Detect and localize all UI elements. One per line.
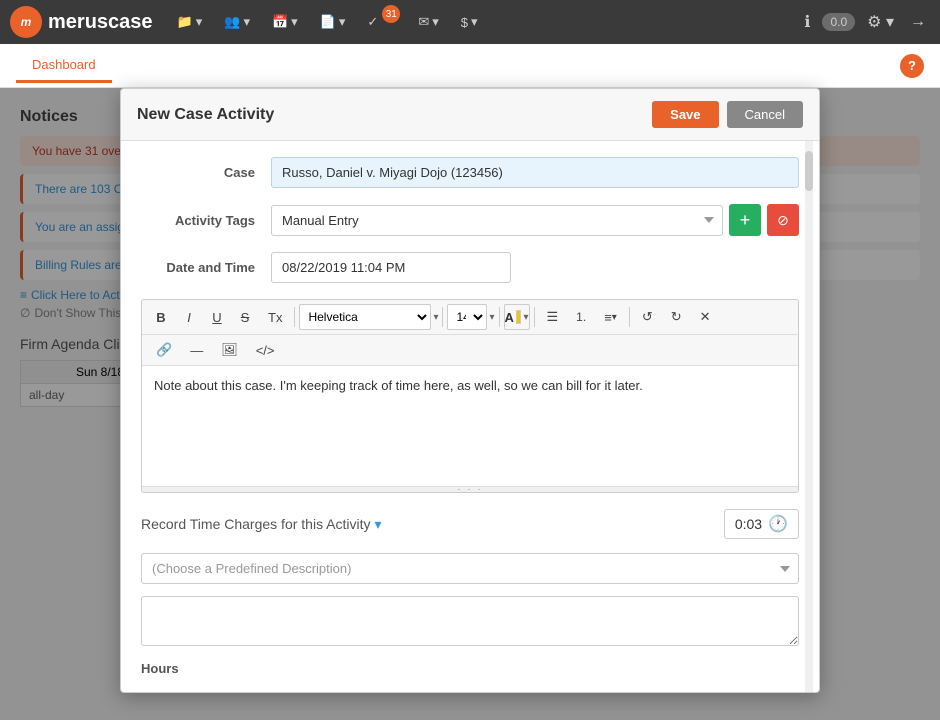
font-dropdown-icon: ▾ xyxy=(433,312,438,323)
settings-button[interactable]: ⚙ ▾ xyxy=(863,8,898,36)
time-value: 0:03 xyxy=(735,516,762,532)
logo-text: meruscase xyxy=(48,11,153,34)
topbar: m meruscase 📁 ▾ 👥 ▾ 📅 ▾ 📄 ▾ ✓ 31 ✉ ▾ $ ▾… xyxy=(0,0,940,44)
billing-nav[interactable]: $ ▾ xyxy=(453,10,486,34)
record-time-label: Record Time Charges for this Activity ▾ xyxy=(141,516,724,533)
datetime-field xyxy=(271,252,799,283)
activity-tags-field: Manual Entry Phone Call Email Meeting Re… xyxy=(271,204,799,236)
files-nav[interactable]: 📁 ▾ xyxy=(169,10,211,34)
insert-image-button[interactable]: 🖼 xyxy=(213,337,246,363)
ol-icon: 1. xyxy=(576,310,586,324)
insert-link-button[interactable]: 🔗 xyxy=(148,337,180,363)
insert-code-button[interactable]: </> xyxy=(248,337,283,363)
editor-content-area[interactable]: Note about this case. I'm keeping track … xyxy=(142,366,798,486)
logo-area: m meruscase xyxy=(10,6,153,38)
time-display: 0:03 🕐 xyxy=(724,509,799,539)
help-button[interactable]: ? xyxy=(900,54,924,78)
secondbar: Dashboard ? xyxy=(0,44,940,88)
case-field-row: Case xyxy=(141,157,799,188)
toolbar-separator-5 xyxy=(629,307,630,327)
clear-format-button[interactable]: Tx xyxy=(260,304,290,330)
highlight-icon: A xyxy=(505,310,514,325)
logo-icon: m xyxy=(10,6,42,38)
predefined-description-select[interactable]: (Choose a Predefined Description) xyxy=(141,553,799,584)
folder-icon: 📁 xyxy=(177,14,193,30)
tasks-badge: 31 xyxy=(382,5,400,23)
rich-text-editor: B I U S Tx Helvetica Arial Times New Rom… xyxy=(141,299,799,493)
remove-activity-tag-button[interactable]: ⊘ xyxy=(767,204,799,236)
mail-icon: ✉ xyxy=(418,14,429,30)
documents-nav[interactable]: 📄 ▾ xyxy=(312,10,354,34)
tasks-icon: ✓ xyxy=(367,14,378,30)
document-icon: 📄 xyxy=(320,14,336,30)
tab-dashboard[interactable]: Dashboard xyxy=(16,49,112,83)
resize-indicator: · · · xyxy=(457,484,483,493)
editor-toolbar-row2: 🔗 — 🖼 </> xyxy=(142,335,798,366)
insert-hr-button[interactable]: — xyxy=(182,337,211,363)
mail-nav[interactable]: ✉ ▾ xyxy=(410,10,446,34)
case-label: Case xyxy=(141,165,271,180)
modal-body: Case Activity Tags Manual Entry Phone Ca… xyxy=(121,141,819,692)
align-button[interactable]: ≡ ▾ xyxy=(596,304,625,330)
toolbar-separator-4 xyxy=(534,307,535,327)
nav-right: ℹ 0.0 ⚙ ▾ → xyxy=(800,8,930,36)
toolbar-separator-2 xyxy=(442,307,443,327)
color-indicator xyxy=(516,310,522,324)
italic-button[interactable]: I xyxy=(176,304,202,330)
logout-button[interactable]: → xyxy=(906,9,930,35)
text-color-button[interactable]: A ▾ xyxy=(504,304,530,330)
ordered-list-button[interactable]: 1. xyxy=(568,304,594,330)
fullscreen-button[interactable]: ✕ xyxy=(692,304,719,330)
color-dropdown-icon: ▾ xyxy=(523,312,528,323)
calendar-nav[interactable]: 📅 ▾ xyxy=(264,10,306,34)
calendar-icon: 📅 xyxy=(272,14,288,30)
time-charges-section: Record Time Charges for this Activity ▾ … xyxy=(141,509,799,676)
modal-header-buttons: Save Cancel xyxy=(652,101,803,128)
hours-label: Hours xyxy=(141,661,799,676)
toolbar-separator-1 xyxy=(294,307,295,327)
bold-button[interactable]: B xyxy=(148,304,174,330)
datetime-label: Date and Time xyxy=(141,260,271,275)
contacts-nav[interactable]: 👥 ▾ xyxy=(216,10,258,34)
modal-title: New Case Activity xyxy=(137,106,274,124)
activity-tags-controls: Manual Entry Phone Call Email Meeting Re… xyxy=(271,204,799,236)
cancel-button[interactable]: Cancel xyxy=(727,101,803,128)
description-textarea[interactable] xyxy=(141,596,799,646)
datetime-row: Date and Time xyxy=(141,252,799,283)
modal-scroll-thumb xyxy=(805,151,813,191)
strikethrough-button[interactable]: S xyxy=(232,304,258,330)
font-size-select[interactable]: 14 10 12 16 18 xyxy=(447,304,487,330)
info-button[interactable]: ℹ xyxy=(800,8,814,36)
datetime-input[interactable] xyxy=(271,252,511,283)
clock-icon: 🕐 xyxy=(768,514,788,534)
new-case-activity-modal: New Case Activity Save Cancel Case Activ… xyxy=(120,88,820,693)
score-badge: 0.0 xyxy=(822,13,855,31)
modal-scrollbar[interactable] xyxy=(805,141,813,692)
editor-resize-handle[interactable]: · · · xyxy=(142,486,798,492)
activity-tags-row: Activity Tags Manual Entry Phone Call Em… xyxy=(141,204,799,236)
underline-button[interactable]: U xyxy=(204,304,230,330)
save-button[interactable]: Save xyxy=(652,101,718,128)
activity-tags-select[interactable]: Manual Entry Phone Call Email Meeting Re… xyxy=(271,205,723,236)
people-icon: 👥 xyxy=(224,14,240,30)
unordered-list-button[interactable]: ☰ xyxy=(539,304,567,330)
add-activity-tag-button[interactable]: + xyxy=(729,204,761,236)
dollar-icon: $ xyxy=(461,15,468,30)
undo-button[interactable]: ↺ xyxy=(634,304,661,330)
case-input[interactable] xyxy=(271,157,799,188)
modal-header: New Case Activity Save Cancel xyxy=(121,89,819,141)
toolbar-separator-3 xyxy=(499,307,500,327)
activity-tags-label: Activity Tags xyxy=(141,213,271,228)
dropdown-chevron-icon: ▾ xyxy=(375,516,382,533)
font-family-select[interactable]: Helvetica Arial Times New Roman xyxy=(299,304,431,330)
editor-toolbar-row1: B I U S Tx Helvetica Arial Times New Rom… xyxy=(142,300,798,335)
size-dropdown-icon: ▾ xyxy=(489,312,494,323)
record-time-row: Record Time Charges for this Activity ▾ … xyxy=(141,509,799,539)
image-icon: 🖼 xyxy=(221,342,238,358)
case-field xyxy=(271,157,799,188)
redo-button[interactable]: ↻ xyxy=(663,304,690,330)
